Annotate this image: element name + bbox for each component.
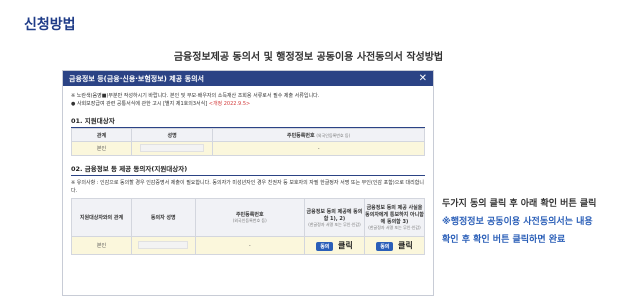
instruction-line-3: 확인 후 확인 버튼 클릭하면 완료 (442, 235, 566, 245)
cell-relation: 본인 (71, 141, 132, 156)
col-name: 성명 (130, 128, 214, 142)
section-title-1: 01. 지원대상자 (71, 115, 425, 128)
page-heading: 신청방법 (24, 17, 76, 33)
col-id-note: (외국인등록번호 등) (316, 132, 351, 138)
consent-agree-button[interactable]: 동의 (316, 242, 334, 251)
col-relation: 관계 (71, 128, 132, 142)
col-id-note: (외국인등록번호 등) (232, 218, 267, 223)
click-annotation-1: 클릭 (337, 241, 353, 250)
consenter-table: 지원대상자와의 관계 동의자 성명 주민등록번호 (외국인등록번호 등) 금융정… (71, 198, 426, 255)
cell-relation: 본인 (71, 236, 132, 255)
col-id: 주민등록번호 (외국인등록번호 등) (212, 128, 425, 142)
page: 신청방법 금융정보제공 동의서 및 행정정보 공동이용 사전동의서 작성방법 금… (0, 0, 617, 296)
table-header-row: 관계 성명 주민등록번호 (외국인등록번호 등) (71, 128, 425, 142)
col-consent-note: (한글정자 서명 또는 무인·인감) (308, 221, 361, 227)
col-id-label: 주민등록번호 (286, 132, 315, 139)
close-icon[interactable]: ✕ (419, 73, 427, 84)
col-no-notify: 금융정보 등의 제공 사실을 동의자에게 통보하지 아니함에 동의함 3) (한… (363, 198, 426, 237)
col-consent-label: 금융정보 등의 제공에 동의함 1), 2) (306, 208, 363, 222)
notice-date: <개정 2022.9.5> (208, 101, 251, 107)
instruction-line-1: 두가지 동의 클릭 후 아래 확인 버튼 클릭 (442, 199, 597, 209)
section-title-2: 02. 금융정보 등 제공 동의자(지원대상자) (71, 163, 425, 176)
col-name: 동의자 성명 (131, 198, 196, 237)
col-relation: 지원대상자와의 관계 (71, 198, 132, 237)
dialog-titlebar: 금융정보 등(금융·신용·보험정보) 제공 동의서 ✕ (63, 71, 433, 86)
table-row: 본인 - 동의 클릭 동의 클릭 (71, 236, 426, 255)
cell-name[interactable] (131, 236, 196, 255)
notice-text-1: ※ 노란색(음영■)부분만 작성하시기 바랍니다. 본인 및 부모·배우자의 소… (71, 93, 320, 99)
col-consent: 금융정보 등의 제공에 동의함 1), 2) (한글정자 서명 또는 무인·인감… (303, 198, 365, 237)
name-input[interactable] (138, 240, 189, 249)
instruction-line-2: ※행정정보 공동이용 사전동의서는 내용 (442, 217, 593, 227)
consent-dialog: 금융정보 등(금융·신용·보험정보) 제공 동의서 ✕ ※ 노란색(음영■)부분… (62, 70, 434, 296)
dialog-title: 금융정보 등(금융·신용·보험정보) 제공 동의서 (69, 74, 204, 83)
cell-consent: 동의 클릭 (303, 236, 365, 255)
col-no-notify-note: (한글정자 서명 또는 무인·인감) (368, 225, 421, 230)
cell-name[interactable] (130, 141, 214, 156)
col-id: 주민등록번호 (외국인등록번호 등) (194, 198, 305, 237)
cell-no-notify: 동의 클릭 (363, 236, 426, 255)
applicant-table: 관계 성명 주민등록번호 (외국인등록번호 등) 본인 - (71, 128, 425, 156)
table-header-row: 지원대상자와의 관계 동의자 성명 주민등록번호 (외국인등록번호 등) 금융정… (71, 198, 426, 237)
dialog-body: ※ 노란색(음영■)부분만 작성하시기 바랍니다. 본인 및 부모·배우자의 소… (63, 86, 433, 255)
name-input[interactable] (140, 143, 205, 152)
caution-text: ※ 유의사항 : 인감으로 동의할 경우 인감증명서 제출이 필요합니다. 동의… (71, 180, 424, 194)
cell-id[interactable]: - (212, 141, 425, 156)
no-notify-agree-button[interactable]: 동의 (376, 242, 394, 251)
page-subtitle: 금융정보제공 동의서 및 행정정보 공동이용 사전동의서 작성방법 (173, 52, 444, 63)
table-row: 본인 - (71, 141, 425, 156)
notice-text-2: ● 사회보장급여 관련 공통서식에 관한 고시 [별지 제1호의3서식] <개정… (71, 100, 425, 108)
notice-text-2-label: ● 사회보장급여 관련 공통서식에 관한 고시 [별지 제1호의3서식] (71, 101, 208, 107)
click-annotation-2: 클릭 (398, 241, 413, 250)
cell-id[interactable]: - (194, 236, 305, 255)
col-no-notify-label: 금융정보 등의 제공 사실을 동의자에게 통보하지 아니함에 동의함 3) (365, 205, 424, 225)
